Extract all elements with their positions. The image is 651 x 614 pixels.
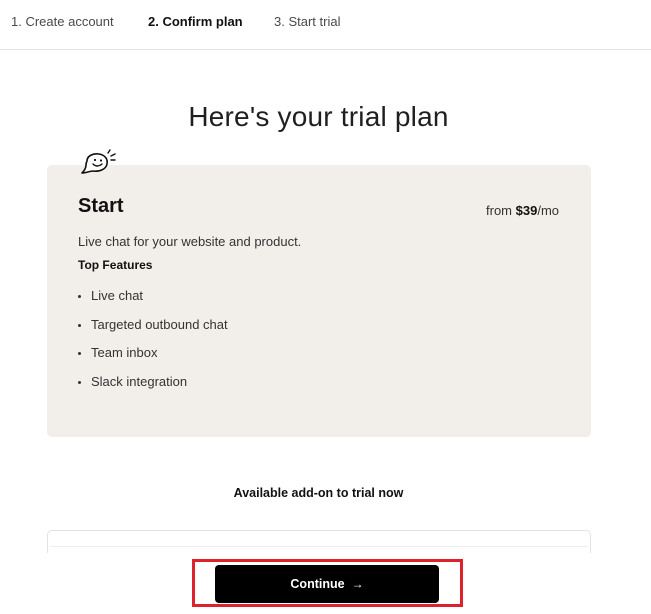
feature-item: Targeted outbound chat xyxy=(78,317,228,346)
plan-price: from $39/mo xyxy=(486,203,559,218)
price-amount: $39 xyxy=(515,203,538,218)
feature-label: Live chat xyxy=(91,288,144,303)
step-start-trial[interactable]: 3. Start trial xyxy=(274,14,340,29)
smiley-chat-bubble-icon xyxy=(81,149,116,174)
plan-description: Live chat for your website and product. xyxy=(78,234,302,249)
step-confirm-plan[interactable]: 2. Confirm plan xyxy=(148,14,243,29)
addon-divider xyxy=(50,546,588,547)
step-progress-bar: 1. Create account 2. Confirm plan 3. Sta… xyxy=(0,0,651,50)
addon-heading: Available add-on to trial now xyxy=(233,486,404,500)
bullet-icon xyxy=(78,295,81,298)
bullet-icon xyxy=(78,380,81,384)
feature-label: Targeted outbound chat xyxy=(91,316,228,332)
feature-item: Team inbox xyxy=(78,345,228,374)
plan-name: Start xyxy=(78,195,124,217)
price-prefix: from xyxy=(486,203,512,218)
feature-label: Team inbox xyxy=(91,345,158,361)
features-heading: Top Features xyxy=(78,258,153,272)
feature-item: Live chat xyxy=(78,288,228,317)
bullet-icon xyxy=(78,323,81,327)
continue-button[interactable]: Continue → xyxy=(215,565,439,603)
step-create-account[interactable]: 1. Create account xyxy=(11,14,114,29)
feature-label: Slack integration xyxy=(91,373,188,389)
feature-list: Live chat Targeted outbound chat Team in… xyxy=(78,288,228,402)
page-title: Here's your trial plan xyxy=(188,101,449,132)
feature-item: Slack integration xyxy=(78,374,228,403)
price-suffix: /mo xyxy=(537,203,559,218)
arrow-right-icon: → xyxy=(351,577,364,591)
plan-card: Start from $39/mo Live chat for your web… xyxy=(47,165,591,437)
continue-label: Continue xyxy=(290,577,345,591)
bullet-icon xyxy=(78,352,81,356)
